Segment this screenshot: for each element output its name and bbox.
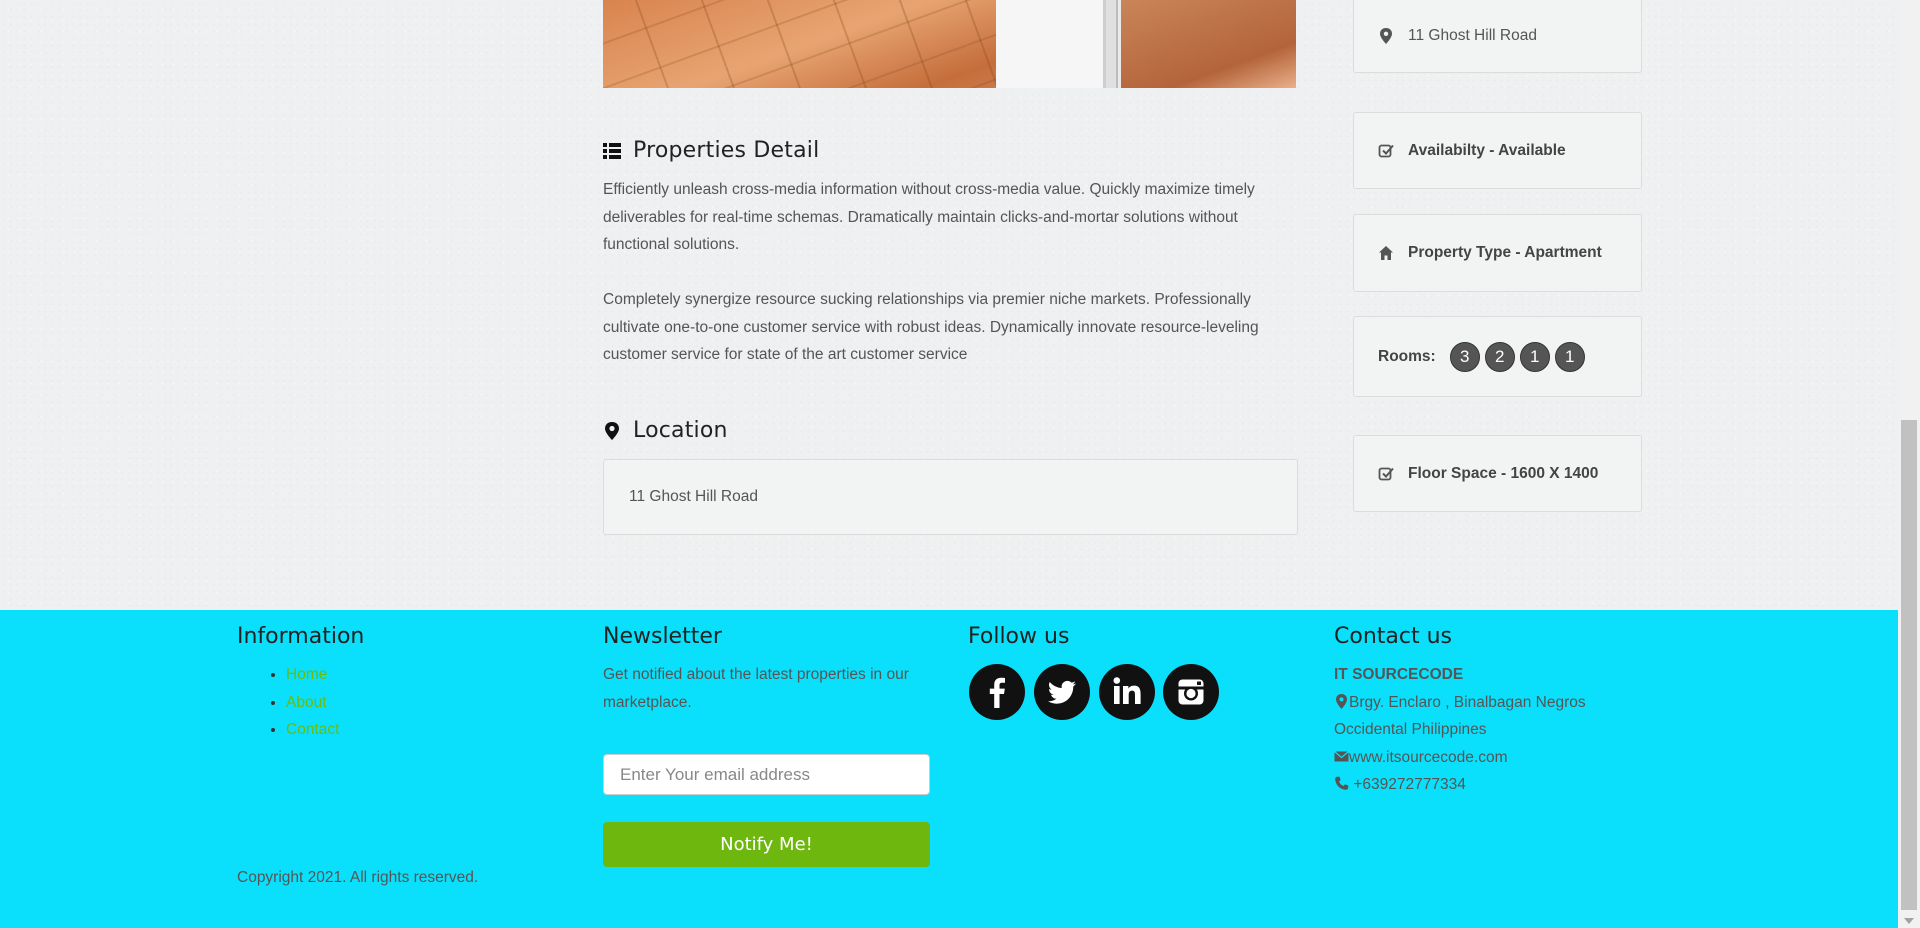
sidebar-address: 11 Ghost Hill Road bbox=[1408, 26, 1537, 44]
details-paragraph-2: Completely synergize resource sucking re… bbox=[603, 291, 1259, 363]
phone-icon bbox=[1335, 776, 1349, 790]
notify-me-button[interactable]: Notify Me! bbox=[603, 822, 930, 867]
room-badge: 1 bbox=[1519, 341, 1550, 372]
check-square-icon bbox=[1378, 467, 1394, 480]
location-address: 11 Ghost Hill Road bbox=[629, 488, 758, 505]
details-paragraph-1: Efficiently unleash cross-media informat… bbox=[603, 181, 1255, 253]
scrollbar-thumb[interactable] bbox=[1901, 420, 1917, 910]
rooms-label: Rooms: bbox=[1378, 347, 1436, 365]
contact-us-title: Contact us bbox=[1334, 624, 1452, 649]
footer-link-home[interactable]: Home bbox=[286, 666, 327, 683]
location-heading: Location bbox=[603, 418, 728, 443]
check-square-icon bbox=[1378, 144, 1394, 157]
map-marker-icon bbox=[1336, 693, 1347, 709]
availability-card: Availabilty - Available bbox=[1353, 112, 1642, 189]
address-card: 11 Ghost Hill Road bbox=[1353, 0, 1642, 73]
scroll-down-arrow-icon[interactable] bbox=[1904, 918, 1914, 924]
contact-phone-row: +639272777334 bbox=[1334, 771, 1654, 799]
twitter-icon[interactable] bbox=[1034, 664, 1090, 720]
company-name: IT SOURCECODE bbox=[1334, 666, 1464, 683]
home-icon bbox=[1379, 246, 1393, 260]
contact-phone: +639272777334 bbox=[1353, 776, 1466, 793]
list-item: Contact bbox=[286, 716, 339, 744]
location-title: Location bbox=[633, 418, 728, 443]
floor-space-card: Floor Space - 1600 X 1400 bbox=[1353, 435, 1642, 512]
contact-website-row: www.itsourcecode.com bbox=[1334, 744, 1654, 772]
linkedin-icon[interactable] bbox=[1099, 664, 1155, 720]
newsletter-title: Newsletter bbox=[603, 624, 722, 649]
room-badge: 1 bbox=[1554, 341, 1585, 372]
footer-link-about[interactable]: About bbox=[286, 694, 327, 711]
information-title: Information bbox=[237, 624, 365, 649]
property-photo bbox=[603, 0, 1296, 88]
copyright: Copyright 2021. All rights reserved. bbox=[237, 869, 479, 886]
contact-details: IT SOURCECODE Brgy. Enclaro , Binalbagan… bbox=[1334, 661, 1654, 799]
vertical-scrollbar[interactable] bbox=[1898, 0, 1920, 928]
availability-text: Availabilty - Available bbox=[1408, 141, 1566, 159]
newsletter-text: Get notified about the latest properties… bbox=[603, 666, 909, 711]
room-badge: 3 bbox=[1449, 341, 1480, 372]
list-icon bbox=[603, 142, 621, 159]
property-type-text: Property Type - Apartment bbox=[1408, 244, 1602, 261]
location-address-box: 11 Ghost Hill Road bbox=[603, 459, 1298, 535]
newsletter-email-input[interactable] bbox=[603, 754, 930, 795]
floor-space-text: Floor Space - 1600 X 1400 bbox=[1408, 464, 1599, 482]
map-marker-icon bbox=[1380, 27, 1392, 44]
property-type-card: Property Type - Apartment bbox=[1353, 214, 1642, 292]
properties-detail-heading: Properties Detail bbox=[603, 138, 819, 163]
rooms-card: Rooms: 3 2 1 1 bbox=[1353, 316, 1642, 397]
footer-link-contact[interactable]: Contact bbox=[286, 721, 339, 738]
room-badge: 2 bbox=[1484, 341, 1515, 372]
envelope-icon bbox=[1334, 750, 1349, 761]
facebook-icon[interactable] bbox=[969, 664, 1025, 720]
list-item: About bbox=[286, 689, 339, 717]
properties-detail-title: Properties Detail bbox=[633, 138, 820, 163]
page-content: Properties Detail Efficiently unleash cr… bbox=[0, 0, 1898, 928]
list-item: Home bbox=[286, 661, 339, 689]
contact-address-row: Brgy. Enclaro , Binalbagan Negros Occide… bbox=[1334, 689, 1654, 744]
map-marker-icon bbox=[605, 421, 619, 440]
follow-us-title: Follow us bbox=[968, 624, 1070, 649]
information-links: Home About Contact bbox=[237, 661, 339, 744]
instagram-icon[interactable] bbox=[1163, 664, 1219, 720]
contact-website: www.itsourcecode.com bbox=[1349, 748, 1508, 766]
contact-address: Brgy. Enclaro , Binalbagan Negros Occide… bbox=[1334, 693, 1586, 739]
